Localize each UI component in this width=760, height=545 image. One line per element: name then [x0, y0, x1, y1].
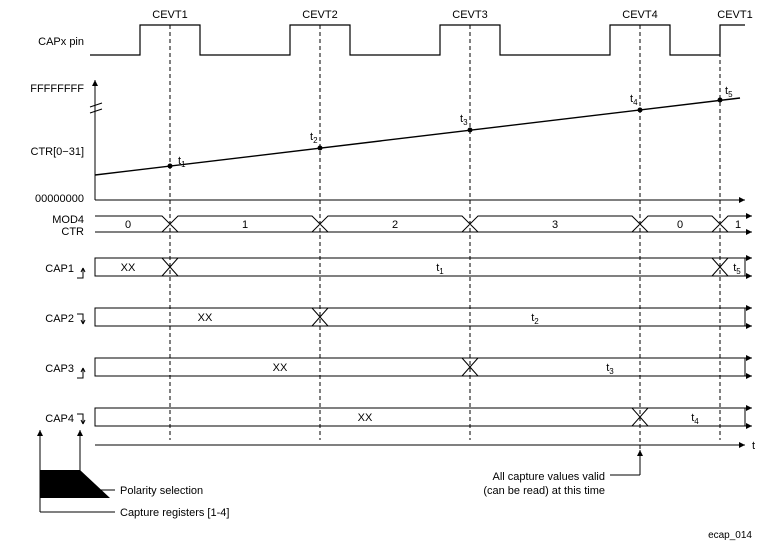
svg-text:t1: t1: [178, 155, 186, 169]
event-label-1: CEVT2: [302, 9, 337, 21]
mod4-v5: 1: [735, 219, 741, 231]
label-capx: CAPx pin: [38, 36, 84, 48]
event-label-3: CEVT4: [622, 9, 657, 21]
mod4-v0: 0: [125, 219, 131, 231]
cap4-polarity-icon: [77, 414, 85, 424]
ctr-ramp: [95, 98, 740, 175]
label-cap2: CAP2: [45, 313, 74, 325]
cap2-lane: [95, 308, 752, 326]
label-ctr: CTR[0−31]: [31, 146, 85, 158]
cap1-polarity-icon: [77, 268, 85, 278]
cap2-before: XX: [198, 312, 213, 324]
mod4-v4: 0: [677, 219, 683, 231]
readable-text-1: All capture values valid: [492, 471, 605, 483]
svg-text:t2: t2: [310, 131, 318, 145]
mod4-lane: [95, 216, 752, 232]
cap4-before: XX: [358, 412, 373, 424]
label-mod4-bot: CTR: [61, 226, 84, 238]
capx-waveform: [90, 25, 745, 55]
svg-text:t4: t4: [630, 93, 638, 107]
readable-text-2: (can be read) at this time: [483, 485, 605, 497]
mod4-v3: 3: [552, 219, 558, 231]
cap3-after: t3: [606, 362, 614, 376]
svg-text:t3: t3: [460, 113, 468, 127]
cap2-after: t2: [531, 312, 539, 326]
figure-id: ecap_014: [708, 530, 752, 541]
t4-label: t4: [630, 93, 638, 107]
label-cap3: CAP3: [45, 363, 74, 375]
capregs-text: Capture registers [1-4]: [120, 507, 229, 519]
t3-label: t3: [460, 113, 468, 127]
cap4-lane: [95, 408, 752, 426]
label-mod4-top: MOD4: [52, 214, 84, 226]
cap1-final: t5: [733, 262, 741, 276]
mod4-v2: 2: [392, 219, 398, 231]
axis-break: [90, 103, 102, 113]
cap1-before: XX: [121, 262, 136, 274]
svg-text:t5: t5: [725, 85, 733, 99]
label-ctr-max: FFFFFFFF: [30, 83, 84, 95]
cap3-lane: [95, 358, 752, 376]
label-cap1: CAP1: [45, 263, 74, 275]
polarity-text: Polarity selection: [120, 485, 203, 497]
cap4-after: t4: [691, 412, 699, 426]
t1-label: t1: [178, 155, 186, 169]
cap1-lane: [95, 258, 752, 276]
event-label-0: CEVT1: [152, 9, 187, 21]
cap3-polarity-icon: [77, 368, 85, 378]
event-label-2: CEVT3: [452, 9, 487, 21]
cap3-before: XX: [273, 362, 288, 374]
mod4-v1: 1: [242, 219, 248, 231]
label-ctr-min: 00000000: [35, 193, 84, 205]
cap1-after: t1: [436, 262, 444, 276]
time-axis-label: t: [752, 440, 755, 452]
t2-label: t2: [310, 131, 318, 145]
label-cap4: CAP4: [45, 413, 74, 425]
t5-label: t5: [725, 85, 733, 99]
event-label-4: CEVT1: [717, 9, 752, 21]
cap2-polarity-icon: [77, 314, 85, 324]
